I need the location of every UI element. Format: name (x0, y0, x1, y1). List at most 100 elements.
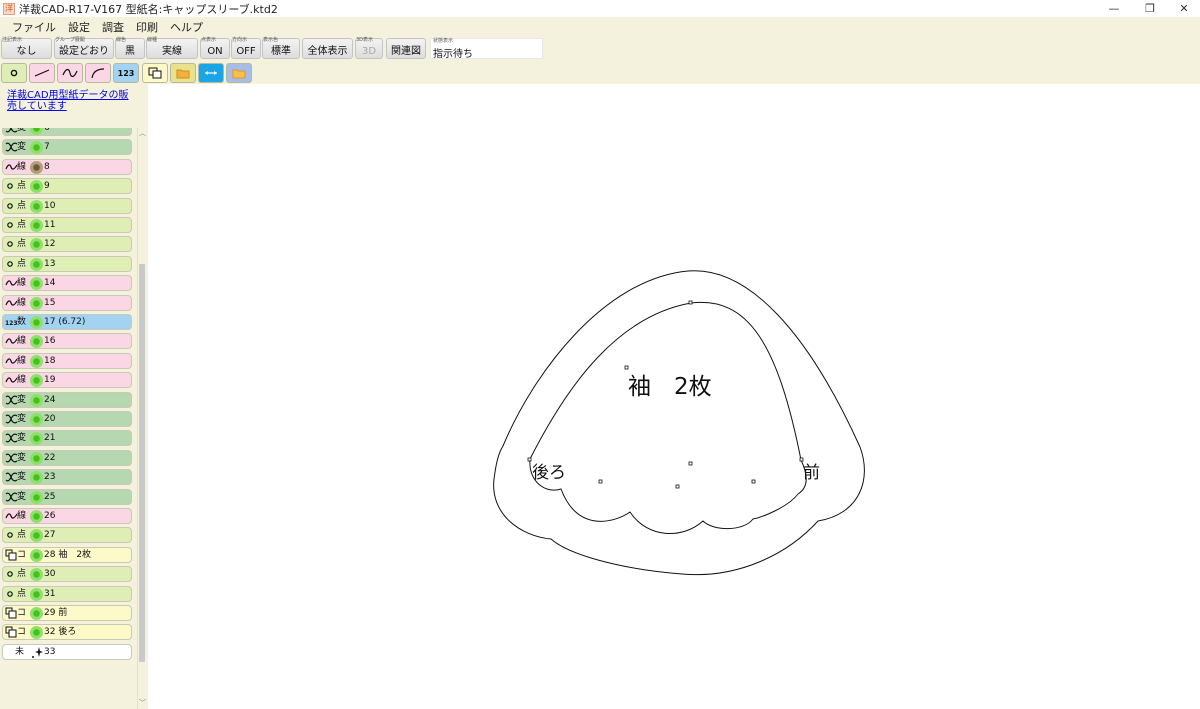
menu-settings[interactable]: 設定 (62, 19, 96, 35)
list-item-transform[interactable]: 変 22 (2, 449, 132, 466)
list-item-line[interactable]: 線 18 (2, 352, 132, 369)
list-item-label: 20 (44, 414, 56, 424)
close-button[interactable]: ✕ (1166, 0, 1200, 17)
menu-help[interactable]: ヘルプ (164, 19, 209, 35)
visibility-dot-icon[interactable] (30, 490, 43, 504)
visibility-dot-icon[interactable] (30, 316, 43, 329)
number-tool[interactable]: 123 (113, 63, 139, 83)
list-item-point[interactable]: 点 31 (2, 585, 132, 602)
list-item-undefined[interactable]: 未 33 (2, 643, 132, 660)
list-item-transform[interactable]: 変7 (2, 139, 132, 156)
visibility-dot-icon[interactable] (30, 219, 43, 232)
list-item-line[interactable]: 線 15 (2, 294, 132, 311)
visibility-dot-icon[interactable] (30, 529, 43, 543)
back-label[interactable]: 後ろ (532, 465, 566, 482)
list-item-transform[interactable]: 変 21 (2, 430, 132, 447)
list-item-comment[interactable]: コ 28 袖 2枚 (2, 546, 132, 563)
visibility-dot-icon[interactable] (30, 141, 43, 155)
visibility-dot-icon[interactable] (30, 626, 43, 640)
list-item-point[interactable]: 点 27 (2, 527, 132, 544)
visibility-dot-icon[interactable] (30, 548, 43, 562)
visibility-dot-icon[interactable] (30, 568, 43, 582)
scrollbar-thumb[interactable] (139, 264, 145, 662)
comment-tool[interactable] (142, 63, 168, 83)
visibility-dot-icon[interactable] (30, 393, 43, 407)
visibility-dot-icon[interactable] (30, 451, 43, 465)
scroll-up-arrow[interactable]: ︿ (138, 128, 146, 138)
visibility-dot-icon[interactable] (30, 160, 43, 174)
visibility-dot-icon[interactable] (30, 587, 43, 601)
list-item-line[interactable]: 線 14 (2, 275, 132, 292)
measure-tool[interactable] (198, 63, 224, 83)
visibility-dot-icon[interactable] (30, 432, 43, 446)
menu-print[interactable]: 印刷 (130, 19, 164, 35)
outer-cutting-line[interactable] (493, 270, 865, 576)
list-item-transform[interactable]: 変 24 (2, 391, 132, 408)
list-item-comment[interactable]: コ 32 後ろ (2, 624, 132, 641)
minimize-button[interactable]: — (1096, 0, 1132, 17)
list-item-transform[interactable]: 変 20 (2, 411, 132, 427)
list-item-point[interactable]: 点 13 (2, 255, 132, 272)
visibility-dot-icon[interactable] (30, 296, 43, 310)
visibility-dot-icon[interactable] (30, 128, 43, 135)
list-item-type: 線 (17, 336, 27, 347)
list-item-label: 17 (6.72) (44, 317, 86, 327)
group-tool[interactable] (226, 63, 252, 83)
arc-tool[interactable] (85, 63, 111, 83)
list-item-label: 30 (44, 569, 56, 580)
menu-file[interactable]: ファイル (6, 19, 62, 35)
sleeve-count-label[interactable]: 袖 2枚 (628, 376, 712, 399)
list-item-point[interactable]: 点9 (2, 178, 132, 195)
list-item-type: 線 (17, 375, 27, 386)
list-item-transform[interactable]: 変6 (2, 128, 132, 136)
visibility-dot-icon[interactable] (30, 238, 43, 252)
list-item-transform[interactable]: 変 25 (2, 488, 132, 505)
point-marker[interactable] (688, 300, 693, 305)
list-item-line[interactable]: 線 19 (2, 372, 132, 389)
list-item-comment[interactable]: コ 29 前 (2, 605, 132, 621)
point-tool[interactable] (1, 63, 27, 83)
line-tool[interactable] (29, 63, 55, 83)
visibility-dot-icon[interactable] (30, 257, 43, 271)
inner-finish-line[interactable] (529, 301, 807, 534)
curve-tool[interactable] (57, 63, 83, 83)
menu-inspect[interactable]: 調査 (96, 19, 130, 35)
list-item-line[interactable]: 線 26 (2, 508, 132, 524)
point-marker[interactable] (598, 479, 603, 484)
scroll-down-arrow[interactable]: ﹀ (138, 698, 146, 708)
element-list[interactable]: 変 6 変 7 線 8 点 9 点 10 点 11 点 12 点 13 線 14 線 15 123 数 17 (6.72) 線… (0, 128, 146, 709)
visibility-dot-icon[interactable] (30, 335, 43, 349)
visibility-dot-icon[interactable] (30, 354, 43, 368)
visibility-dot-icon[interactable] (30, 510, 43, 523)
list-item-line[interactable]: 線8 (2, 158, 132, 175)
list-item-point[interactable]: 点 30 (2, 566, 132, 583)
folder-tool[interactable] (170, 63, 196, 83)
front-label[interactable]: 前 (803, 465, 820, 482)
point-marker[interactable] (675, 484, 680, 489)
drawing-canvas[interactable]: 袖 2枚 後ろ 前 (148, 84, 1200, 709)
list-item-transform[interactable]: 変 23 (2, 469, 132, 486)
fit-all-button[interactable]: 全体表示 (302, 38, 353, 59)
visibility-dot-icon[interactable] (30, 471, 43, 485)
list-item-point[interactable]: 点 10 (2, 197, 132, 214)
restore-button[interactable]: ❐ (1132, 0, 1168, 17)
list-item-line[interactable]: 線 16 (2, 333, 132, 350)
visibility-dot-icon[interactable] (30, 607, 43, 620)
list-scrollbar[interactable]: ︿ ﹀ (137, 128, 146, 709)
sparkle-icon[interactable] (30, 646, 43, 659)
visibility-dot-icon[interactable] (30, 199, 43, 213)
pattern-sale-link[interactable]: 洋裁CAD用型紙データの販売しています (7, 90, 137, 112)
point-marker[interactable] (688, 461, 693, 466)
visibility-dot-icon[interactable] (30, 277, 43, 291)
list-item-point[interactable]: 点 11 (2, 217, 132, 233)
point-marker[interactable] (751, 479, 756, 484)
list-item-number[interactable]: 123 数 17 (6.72) (2, 314, 132, 330)
visibility-dot-icon[interactable] (30, 180, 43, 194)
point-marker[interactable] (527, 457, 532, 462)
point-marker[interactable] (624, 365, 629, 370)
list-item-point[interactable]: 点 12 (2, 236, 132, 253)
visibility-dot-icon[interactable] (30, 413, 43, 426)
point-marker[interactable] (799, 457, 804, 462)
related-diagram-button[interactable]: 関連図 (386, 38, 426, 59)
visibility-dot-icon[interactable] (30, 374, 43, 388)
